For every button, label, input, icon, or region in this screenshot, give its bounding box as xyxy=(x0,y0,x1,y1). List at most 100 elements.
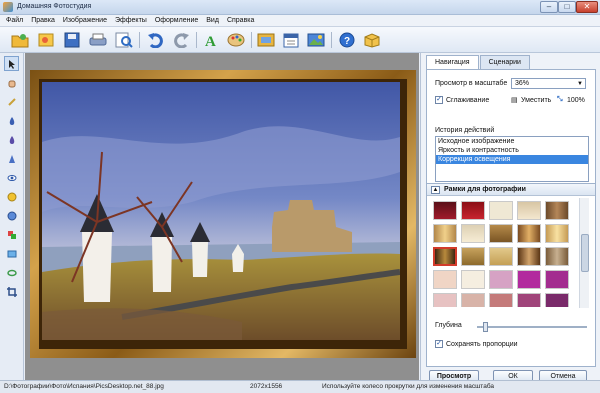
frame-thumb[interactable] xyxy=(461,293,485,307)
window-title: Домашняя Фотостудия xyxy=(17,3,92,10)
menu-image[interactable]: Изображение xyxy=(63,15,107,26)
frame-inner xyxy=(39,79,407,349)
menu-help[interactable]: Справка xyxy=(227,15,254,26)
link-tool-icon[interactable] xyxy=(4,265,19,280)
clone-tool-icon[interactable] xyxy=(4,246,19,261)
panel-tabs: Навигация Сценарии xyxy=(426,55,531,69)
frame-thumb[interactable] xyxy=(489,247,513,266)
thumbs-scrollbar[interactable] xyxy=(579,198,589,308)
frame-icon[interactable] xyxy=(256,30,276,50)
frame-thumbnails xyxy=(433,201,573,307)
redo-icon[interactable] xyxy=(171,30,191,50)
collapse-icon[interactable]: ▲ xyxy=(431,186,440,194)
right-panel: Навигация Сценарии Просмотр в масштабе 3… xyxy=(420,53,600,383)
frame-thumb[interactable] xyxy=(433,224,457,243)
menu-file[interactable]: Файл xyxy=(6,15,23,26)
frame-thumb[interactable] xyxy=(517,201,541,220)
drop-tool-icon-2[interactable] xyxy=(4,132,19,147)
gallery-icon[interactable] xyxy=(36,30,56,50)
minimize-button[interactable]: – xyxy=(540,1,558,13)
frame-thumb[interactable] xyxy=(517,293,541,307)
frame-thumb[interactable] xyxy=(461,201,485,220)
frame-thumb[interactable] xyxy=(517,247,541,266)
frame-thumb[interactable] xyxy=(489,270,513,289)
layers-tool-icon[interactable] xyxy=(4,227,19,242)
frame-thumb[interactable] xyxy=(489,224,513,243)
brush-tool-icon[interactable] xyxy=(4,94,19,109)
frame-thumb[interactable] xyxy=(517,224,541,243)
sharpen-tool-icon[interactable] xyxy=(4,151,19,166)
palette-icon[interactable] xyxy=(226,30,246,50)
frame-thumb[interactable] xyxy=(433,293,457,307)
frames-header: ▲ Рамки для фотографии xyxy=(427,184,595,196)
calendar-icon[interactable] xyxy=(281,30,301,50)
frame-thumb[interactable] xyxy=(545,224,569,243)
frames-title: Рамки для фотографии xyxy=(444,186,526,193)
history-item[interactable]: Исходное изображение xyxy=(436,137,588,146)
open-icon[interactable] xyxy=(10,30,30,50)
help-icon[interactable]: ? xyxy=(337,30,357,50)
frame-thumb-selected[interactable] xyxy=(433,247,457,266)
app-icon xyxy=(3,2,13,12)
photo-windmills xyxy=(42,82,404,346)
keep-proportions-checkbox[interactable]: ✓ xyxy=(435,340,443,348)
smoothing-label: Сглаживание xyxy=(446,97,490,104)
box-icon[interactable] xyxy=(362,30,382,50)
zoom-icon[interactable] xyxy=(114,30,134,50)
status-size: 2072x1556 xyxy=(250,383,283,390)
frame-thumb[interactable] xyxy=(545,293,569,307)
frame-thumb[interactable] xyxy=(489,293,513,307)
frame-thumb[interactable] xyxy=(545,270,569,289)
menu-edit[interactable]: Правка xyxy=(31,15,55,26)
fit-button[interactable]: Уместить xyxy=(521,97,551,104)
smoothing-checkbox[interactable]: ✓ xyxy=(435,96,443,104)
actual-size-button[interactable]: 100% xyxy=(567,97,585,104)
history-list: Исходное изображение Яркость и контрастн… xyxy=(435,136,589,182)
photo-frame xyxy=(30,70,416,358)
toolbar-separator xyxy=(139,32,140,48)
chevron-down-icon: ▼ xyxy=(577,81,583,87)
color-tool-icon[interactable] xyxy=(4,189,19,204)
collage-icon[interactable] xyxy=(306,30,326,50)
undo-icon[interactable] xyxy=(146,30,166,50)
frame-thumb[interactable] xyxy=(517,270,541,289)
zoom-select[interactable]: 36% ▼ xyxy=(511,78,586,89)
redeye-tool-icon[interactable] xyxy=(4,208,19,223)
zoom-label: Просмотр в масштабе xyxy=(435,80,508,87)
slider-handle[interactable] xyxy=(483,322,488,332)
fit-icon[interactable]: ▤ xyxy=(511,96,518,104)
frame-thumb[interactable] xyxy=(489,201,513,220)
maximize-button[interactable]: □ xyxy=(558,1,576,13)
frame-thumb[interactable] xyxy=(433,201,457,220)
depth-slider[interactable] xyxy=(477,322,587,332)
history-item-selected[interactable]: Коррекция освещения xyxy=(436,155,588,164)
keep-proportions-label: Сохранять пропорции xyxy=(446,341,518,348)
eye-tool-icon[interactable] xyxy=(4,170,19,185)
menu-design[interactable]: Оформление xyxy=(155,15,198,26)
actual-size-icon[interactable]: ⤡ xyxy=(557,96,563,104)
crop-tool-icon[interactable] xyxy=(4,284,19,299)
text-icon[interactable]: A xyxy=(201,30,221,50)
frame-thumb[interactable] xyxy=(433,270,457,289)
menu-effects[interactable]: Эффекты xyxy=(115,15,147,26)
tab-navigation[interactable]: Навигация xyxy=(426,55,479,69)
tab-scenarios[interactable]: Сценарии xyxy=(479,55,530,69)
history-item[interactable]: Яркость и контрастность xyxy=(436,146,588,155)
depth-label: Глубина xyxy=(435,322,462,329)
pointer-tool-icon[interactable] xyxy=(4,56,19,71)
svg-text:A: A xyxy=(205,34,216,48)
close-button[interactable]: ✕ xyxy=(576,1,598,13)
save-icon[interactable] xyxy=(62,30,82,50)
print-icon[interactable] xyxy=(88,30,108,50)
hand-tool-icon[interactable] xyxy=(4,75,19,90)
toolbar: A ? xyxy=(0,27,600,53)
frame-thumb[interactable] xyxy=(461,270,485,289)
frame-thumb[interactable] xyxy=(461,247,485,266)
toolbar-separator xyxy=(251,32,252,48)
scroll-thumb[interactable] xyxy=(581,234,589,272)
frame-thumb[interactable] xyxy=(545,247,569,266)
menu-view[interactable]: Вид xyxy=(206,15,219,26)
frame-thumb[interactable] xyxy=(461,224,485,243)
drop-tool-icon[interactable] xyxy=(4,113,19,128)
frame-thumb[interactable] xyxy=(545,201,569,220)
